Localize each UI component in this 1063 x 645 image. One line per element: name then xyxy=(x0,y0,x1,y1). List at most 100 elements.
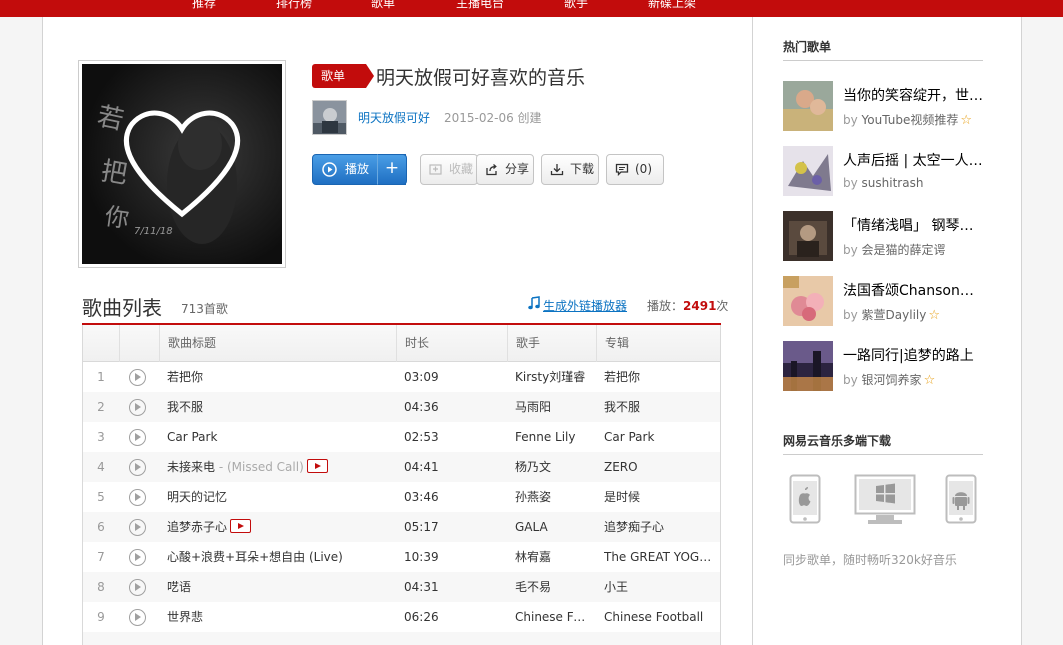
song-title-cell: Car Park xyxy=(167,422,392,452)
song-album[interactable]: 我不服 xyxy=(604,392,716,422)
play-song-icon[interactable] xyxy=(129,489,146,506)
song-album[interactable]: Car Park xyxy=(604,422,716,452)
header-title: 歌曲标题 xyxy=(159,325,396,362)
song-singer[interactable]: GALA xyxy=(515,512,590,542)
song-singer[interactable]: Fenne Lily xyxy=(515,422,590,452)
song-album[interactable]: The GREAT YOGA 演唱会 xyxy=(604,542,716,572)
song-singer[interactable]: 杨乃文 xyxy=(515,452,590,482)
iphone-download-icon[interactable] xyxy=(789,474,821,524)
song-title[interactable]: 呓语 xyxy=(167,580,191,594)
play-song-icon[interactable] xyxy=(129,399,146,416)
hot-playlist-creator: by sushitrash xyxy=(843,176,923,190)
song-title[interactable]: 我不服 xyxy=(167,400,203,414)
table-row[interactable] xyxy=(83,632,720,645)
play-song-icon[interactable] xyxy=(129,579,146,596)
svg-text:把: 把 xyxy=(99,156,130,190)
hot-playlist-item[interactable]: 人声后摇 | 太空一人独行 by sushitrash xyxy=(783,146,983,196)
song-title[interactable]: 未接来电 xyxy=(167,460,215,474)
nav-item-recommend[interactable]: 推荐 xyxy=(192,0,216,11)
add-to-queue-button[interactable]: + xyxy=(377,154,407,185)
hot-playlist-title[interactable]: 当你的笑容绽开，世界都变得明亮 xyxy=(843,85,983,105)
nav-item-artists[interactable]: 歌手 xyxy=(564,0,588,11)
hot-playlist-thumb[interactable] xyxy=(783,81,833,131)
pc-download-icon[interactable] xyxy=(854,474,916,526)
hot-playlist-thumb[interactable] xyxy=(783,341,833,391)
hot-playlist-item[interactable]: 当你的笑容绽开，世界都变得明亮 by YouTube视频推荐☆ xyxy=(783,81,983,131)
hot-playlist-title[interactable]: 一路同行|追梦的路上 xyxy=(843,345,983,365)
play-song-icon[interactable] xyxy=(129,369,146,386)
play-song-icon[interactable] xyxy=(129,429,146,446)
table-row[interactable]: 4 未接来电 - (Missed Call) 04:41 杨乃文 ZERO xyxy=(83,452,720,482)
collect-button[interactable]: 收藏 xyxy=(420,154,478,185)
hot-playlist-item[interactable]: 「情绪浅唱」 钢琴与人声 by 会是猫的薛定谔 xyxy=(783,211,983,261)
mv-icon[interactable] xyxy=(230,519,252,533)
song-singer[interactable]: Chinese Football xyxy=(515,602,590,632)
creator-avatar[interactable] xyxy=(312,100,347,135)
hot-playlist-item[interactable]: 一路同行|追梦的路上 by 银河饲养家 ☆ xyxy=(783,341,983,391)
play-circle-icon xyxy=(322,162,337,177)
table-row[interactable]: 1 若把你 03:09 Kirsty刘瑾睿 若把你 xyxy=(83,362,720,392)
play-song-icon[interactable] xyxy=(129,609,146,626)
creator-link[interactable]: 银河饲养家 xyxy=(862,373,922,387)
table-row[interactable]: 9 世界悲 06:26 Chinese Football Chinese Footbal… xyxy=(83,602,720,632)
creator-link[interactable]: 紫萱Daylily xyxy=(862,308,927,322)
table-row[interactable]: 2 我不服 04:36 马雨阳 我不服 xyxy=(83,392,720,422)
generate-outchain-player-link[interactable]: 生成外链播放器 xyxy=(543,297,627,314)
song-singer[interactable]: 马雨阳 xyxy=(515,392,590,422)
creator-link[interactable]: sushitrash xyxy=(862,176,924,190)
nav-item-charts[interactable]: 排行榜 xyxy=(276,0,312,11)
created-date: 2015-02-06 创建 xyxy=(444,111,542,125)
table-row[interactable]: 5 明天的记忆 03:46 孙燕姿 是时候 xyxy=(83,482,720,512)
download-icon xyxy=(550,164,564,176)
table-row[interactable]: 7 心酸+浪费+耳朵+想自由 (Live) 10:39 林宥嘉 The GREAT YO… xyxy=(83,542,720,572)
creator-link[interactable]: 会是猫的薛定谔 xyxy=(862,243,946,257)
play-song-icon[interactable] xyxy=(129,459,146,476)
song-singer[interactable]: Kirsty刘瑾睿 xyxy=(515,362,590,392)
song-title[interactable]: 世界悲 xyxy=(167,610,203,624)
android-download-icon[interactable] xyxy=(945,474,977,524)
hot-playlist-thumb[interactable] xyxy=(783,146,833,196)
svg-text:你: 你 xyxy=(103,202,131,233)
song-title[interactable]: 追梦赤子心 xyxy=(167,520,227,534)
download-button[interactable]: 下载 xyxy=(541,154,599,185)
creator-name[interactable]: 明天放假可好 xyxy=(358,109,430,126)
hot-playlist-thumb[interactable] xyxy=(783,276,833,326)
song-duration: 04:31 xyxy=(404,580,439,594)
song-album[interactable]: ZERO xyxy=(604,452,716,482)
table-row[interactable]: 6 追梦赤子心 05:17 GALA 追梦痴子心 xyxy=(83,512,720,542)
play-song-icon[interactable] xyxy=(129,549,146,566)
nav-item-new-albums[interactable]: 新碟上架 xyxy=(648,0,696,11)
top-nav: 推荐 排行榜 歌单 主播电台 歌手 新碟上架 xyxy=(0,0,1063,17)
song-title-cell: 追梦赤子心 xyxy=(167,512,392,542)
song-album[interactable]: Chinese Football xyxy=(604,602,716,632)
hot-playlists-heading: 热门歌单 xyxy=(783,40,832,54)
table-row[interactable]: 3 Car Park 02:53 Fenne Lily Car Park xyxy=(83,422,720,452)
song-album[interactable]: 小王 xyxy=(604,572,716,602)
nav-item-playlists[interactable]: 歌单 xyxy=(371,0,395,11)
hot-playlist-item[interactable]: 法国香颂Chanson—浪漫 by 紫萱Daylily☆ xyxy=(783,276,983,326)
play-song-icon[interactable] xyxy=(129,519,146,536)
song-title[interactable]: 心酸+浪费+耳朵+想自由 (Live) xyxy=(167,550,343,564)
song-singer[interactable]: 林宥嘉 xyxy=(515,542,590,572)
hot-playlist-thumb[interactable] xyxy=(783,211,833,261)
play-count-label: 播放： xyxy=(647,299,684,313)
table-row[interactable]: 8 呓语 04:31 毛不易 小王 xyxy=(83,572,720,602)
share-button[interactable]: 分享 xyxy=(476,154,534,185)
song-album[interactable]: 若把你 xyxy=(604,362,716,392)
song-title[interactable]: 若把你 xyxy=(167,370,203,384)
hot-playlist-title[interactable]: 人声后摇 | 太空一人独行 xyxy=(843,150,983,170)
song-album[interactable]: 追梦痴子心 xyxy=(604,512,716,542)
song-index: 2 xyxy=(97,400,105,414)
nav-item-radio[interactable]: 主播电台 xyxy=(456,0,504,11)
mv-icon[interactable] xyxy=(306,459,328,473)
hot-playlist-title[interactable]: 法国香颂Chanson—浪漫 xyxy=(843,280,983,300)
song-singer[interactable]: 毛不易 xyxy=(515,572,590,602)
song-duration: 04:41 xyxy=(404,460,439,474)
comment-button[interactable]: (0) xyxy=(606,154,664,185)
song-singer[interactable]: 孙燕姿 xyxy=(515,482,590,512)
hot-playlist-title[interactable]: 「情绪浅唱」 钢琴与人声 xyxy=(843,215,983,235)
creator-link[interactable]: YouTube视频推荐 xyxy=(862,113,959,127)
song-title[interactable]: Car Park xyxy=(167,430,217,444)
song-title[interactable]: 明天的记忆 xyxy=(167,490,227,504)
song-album[interactable]: 是时候 xyxy=(604,482,716,512)
